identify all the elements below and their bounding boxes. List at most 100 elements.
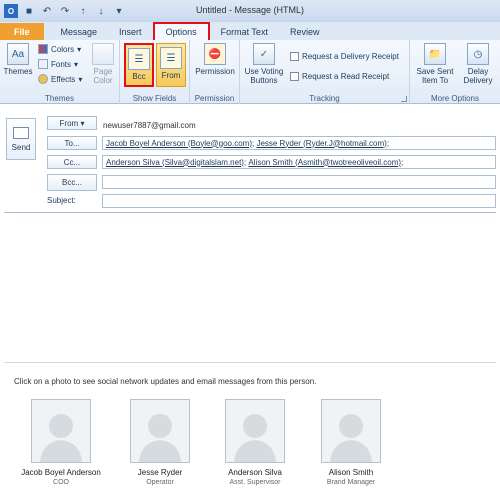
more-options-group-label: More Options xyxy=(430,94,480,103)
tab-options[interactable]: Options xyxy=(152,22,210,40)
save-sent-item-button[interactable]: 📁 Save Sent Item To xyxy=(414,43,456,85)
to-recipient[interactable]: Jesse Ryder (Ryder.J@hotmail.com) xyxy=(256,139,386,148)
delay-delivery-button[interactable]: ◷ Delay Delivery xyxy=(458,43,498,85)
person-name: Jacob Boyel Anderson xyxy=(21,468,101,477)
message-body[interactable] xyxy=(4,212,496,360)
person-card[interactable]: Jesse Ryder Operator xyxy=(117,399,203,486)
to-button[interactable]: To... xyxy=(47,136,97,150)
themes-button[interactable]: Aa Themes xyxy=(4,43,32,76)
send-icon xyxy=(13,126,29,139)
read-receipt-check[interactable] xyxy=(290,72,299,81)
title-bar: O ■ ↶ ↷ ↑ ↓ ▾ Untitled - Message (HTML) xyxy=(0,0,500,22)
from-address: newuser7887@gmail.com xyxy=(103,121,196,130)
tracking-group: ✓ Use Voting Buttons Request a Delivery … xyxy=(240,40,410,104)
delivery-receipt-checkbox[interactable]: Request a Delivery Receipt xyxy=(290,52,399,61)
person-silhouette-icon xyxy=(330,414,372,462)
effects-label: Effects xyxy=(51,74,76,84)
effects-icon xyxy=(38,74,48,84)
colors-button[interactable]: Colors ▾ xyxy=(38,44,81,54)
person-name: Jesse Ryder xyxy=(137,468,183,477)
tab-insert[interactable]: Insert xyxy=(108,23,153,40)
delivery-receipt-check[interactable] xyxy=(290,52,299,61)
themes-group-label: Themes xyxy=(45,94,74,103)
person-name: Anderson Silva xyxy=(228,468,282,477)
colors-icon xyxy=(38,44,48,54)
delay-label: Delay Delivery xyxy=(463,67,493,85)
person-title: Brand Manager xyxy=(326,479,376,486)
cc-button[interactable]: Cc... xyxy=(47,155,97,169)
from-label: From xyxy=(59,118,79,128)
chevron-down-icon: ▾ xyxy=(80,118,85,128)
fonts-label: Fonts xyxy=(51,59,72,69)
bcc-toggle-button[interactable]: ☰ Bcc xyxy=(124,43,154,87)
person-photo[interactable] xyxy=(130,399,190,463)
person-title: Operator xyxy=(146,479,174,486)
from-button[interactable]: From ▾ xyxy=(47,116,97,130)
person-silhouette-icon xyxy=(234,414,276,462)
permission-group-label: Permission xyxy=(194,94,235,103)
tab-format-text[interactable]: Format Text xyxy=(210,23,279,40)
person-card[interactable]: Alison Smith Brand Manager xyxy=(308,399,394,486)
more-options-group: 📁 Save Sent Item To ◷ Delay Delivery Mor… xyxy=(410,40,500,104)
from-icon: ☰ xyxy=(160,47,182,69)
use-voting-buttons-button[interactable]: ✓ Use Voting Buttons xyxy=(244,43,284,85)
tab-review[interactable]: Review xyxy=(279,23,331,40)
page-color-button[interactable]: Page Color xyxy=(88,43,118,85)
themes-group: Aa Themes Colors ▾ Fonts ▾ Effects ▾ Page C… xyxy=(0,40,120,104)
fonts-icon xyxy=(38,59,48,69)
effects-button[interactable]: Effects ▾ xyxy=(38,74,82,84)
bcc-label: Bcc... xyxy=(61,178,82,187)
delay-icon: ◷ xyxy=(467,43,489,65)
permission-label: Permission xyxy=(195,67,235,76)
voting-icon: ✓ xyxy=(253,43,275,65)
window-title: Untitled - Message (HTML) xyxy=(195,5,305,15)
page-color-icon xyxy=(92,43,114,65)
send-button[interactable]: Send xyxy=(6,118,36,160)
to-label: To... xyxy=(64,138,80,148)
delivery-receipt-label: Request a Delivery Receipt xyxy=(302,52,399,61)
cc-recipient[interactable]: Alison Smith (Asmith@twotreeoliveoil.com… xyxy=(248,158,401,167)
to-field[interactable]: Jacob Boyel Anderson (Boyle@goo.com); Je… xyxy=(102,136,496,150)
people-pane-message: Click on a photo to see social network u… xyxy=(14,377,317,386)
read-receipt-label: Request a Read Receipt xyxy=(302,72,390,81)
to-recipient[interactable]: Jacob Boyel Anderson (Boyle@goo.com) xyxy=(106,139,252,148)
cc-field[interactable]: Anderson Silva (Silva@digitalslam.net); … xyxy=(102,155,496,169)
cc-recipient[interactable]: Anderson Silva (Silva@digitalslam.net) xyxy=(106,158,244,167)
fonts-button[interactable]: Fonts ▾ xyxy=(38,59,78,69)
person-photo[interactable] xyxy=(225,399,285,463)
person-card[interactable]: Jacob Boyel Anderson COO xyxy=(18,399,104,486)
subject-field[interactable] xyxy=(102,194,496,208)
from-toggle-button[interactable]: ☰ From xyxy=(156,43,186,87)
person-title: COO xyxy=(53,479,69,486)
bcc-button[interactable]: Bcc... xyxy=(47,174,97,191)
show-fields-group: ☰ Bcc ☰ From Show Fields xyxy=(120,40,190,104)
bcc-field[interactable] xyxy=(102,175,496,189)
person-photo[interactable] xyxy=(31,399,91,463)
show-fields-group-label: Show Fields xyxy=(132,94,177,103)
person-photo[interactable] xyxy=(321,399,381,463)
person-name: Alison Smith xyxy=(328,468,374,477)
tracking-group-label: Tracking xyxy=(309,94,340,103)
read-receipt-checkbox[interactable]: Request a Read Receipt xyxy=(290,72,389,81)
ribbon-tabs: File Message Insert Options Format Text … xyxy=(0,22,500,40)
permission-button[interactable]: ⛔ Permission xyxy=(193,43,237,76)
person-silhouette-icon xyxy=(139,414,181,462)
ribbon: Aa Themes Colors ▾ Fonts ▾ Effects ▾ Page C… xyxy=(0,40,500,104)
permission-icon: ⛔ xyxy=(204,43,226,65)
page-color-label: Page Color xyxy=(93,67,113,85)
person-title: Asst. Supervisor xyxy=(229,479,281,486)
tab-file[interactable]: File xyxy=(0,23,44,40)
person-silhouette-icon xyxy=(40,414,82,462)
bcc-icon: ☰ xyxy=(128,48,150,70)
save-sent-icon: 📁 xyxy=(424,43,446,65)
person-card[interactable]: Anderson Silva Asst. Supervisor xyxy=(212,399,298,486)
themes-icon: Aa xyxy=(7,43,29,65)
people-pane: Click on a photo to see social network u… xyxy=(4,362,496,500)
themes-label: Themes xyxy=(3,67,33,76)
voting-label: Use Voting Buttons xyxy=(244,67,284,85)
bcc-toggle-label: Bcc xyxy=(132,72,146,81)
send-label: Send xyxy=(11,142,31,152)
permission-group: ⛔ Permission Permission xyxy=(190,40,240,104)
cc-label: Cc... xyxy=(63,157,81,167)
tab-message[interactable]: Message xyxy=(50,23,109,40)
